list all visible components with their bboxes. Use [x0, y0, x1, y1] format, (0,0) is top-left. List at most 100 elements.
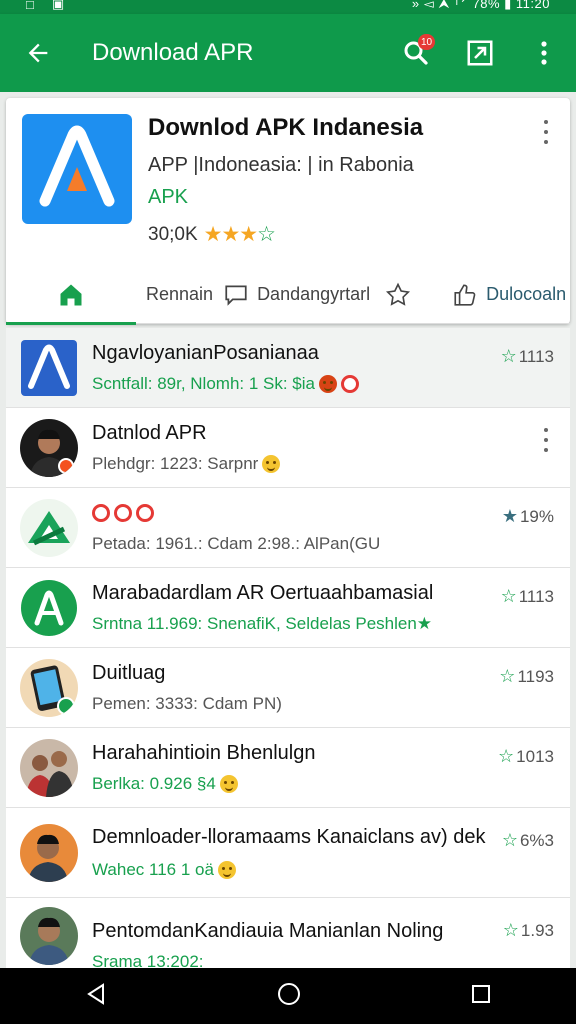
app-rating: 30;0K ★★★☆ [148, 222, 276, 247]
app-more-button[interactable] [536, 118, 556, 146]
star-icon: ☆ [499, 666, 516, 686]
item-rating: ☆ 1113 [500, 586, 554, 606]
emoji-icon [319, 375, 337, 393]
more-vert-icon [541, 41, 547, 65]
app-bar: Download APR 10 [0, 14, 576, 92]
nav-home-button[interactable] [276, 981, 302, 1012]
list-item[interactable]: Duitluag Pemen: 3333: Cdam PN) ☆ 1193 [6, 648, 570, 728]
tab-favorite[interactable] [384, 266, 412, 324]
star-outline-icon [386, 282, 411, 306]
person-avatar-icon [28, 834, 68, 882]
star-icon: ☆ [500, 346, 517, 366]
system-nav-bar [0, 968, 576, 1024]
overflow-menu-button[interactable] [512, 14, 576, 92]
tab-bar: Rennain Dandangyrtarl Dulocoaln [6, 266, 570, 325]
item-rating: ☆ 1113 [500, 346, 554, 366]
list-item[interactable]: Marabadardlam AR Oertuaahbamasial Srntna… [6, 568, 570, 648]
notification-icon: ▣ [51, 0, 65, 11]
search-button[interactable]: 10 [384, 14, 448, 92]
open-in-button[interactable] [448, 14, 512, 92]
tab-dulocoaln[interactable]: Dulocoaln [452, 266, 566, 324]
recents-square-icon [472, 984, 490, 1003]
item-rating: ☆ 1013 [498, 746, 554, 766]
item-subtitle: Petada: 1961.: Cdam 2:98.: AlPan(GU [92, 534, 381, 553]
item-rating: ★ 19% [501, 506, 554, 526]
item-title: Harahahintioin Bhenlulgn [92, 742, 316, 764]
item-title: Duitluag [92, 662, 166, 684]
tab-home[interactable] [6, 266, 136, 325]
star-icon: ☆ [498, 746, 515, 766]
app-list: NgavloyanianPosanianaa Scntfall: 89r, Nl… [6, 328, 570, 968]
app-icon [20, 579, 78, 637]
app-icon [20, 339, 78, 397]
home-icon [60, 284, 82, 305]
item-title: Demnloader-lloramaams Kanaiclans av) dek [92, 826, 486, 848]
item-title: Marabadardlam AR Oertuaahbamasial [92, 582, 434, 604]
thumbs-up-icon [454, 283, 476, 306]
item-subtitle: Srama 13:202: [92, 952, 204, 968]
nav-back-button[interactable] [84, 982, 108, 1011]
item-rating: ☆ 1193 [499, 666, 554, 686]
item-subtitle: Wahec 116 1 oä [92, 860, 236, 880]
notification-badge: 10 [418, 34, 436, 50]
person-avatar-icon [29, 917, 69, 965]
app-logo-icon [21, 339, 77, 396]
back-arrow-icon [28, 43, 48, 63]
green-app-icon [21, 579, 77, 636]
avatar [20, 907, 78, 965]
item-subtitle: Plehdgr: 1223: Sarpnr [92, 454, 281, 474]
item-subtitle: Srntna 11.969: SnenafiK, Seldelas Peshle… [92, 614, 433, 633]
status-indicators: » ◅ ⮝ ᵀ⸍ 78% ▮ 11:20 [411, 0, 550, 11]
red-circle-icon [341, 375, 359, 393]
list-item[interactable]: Datnlod APR Plehdgr: 1223: Sarpnr [6, 408, 570, 488]
tab-rennain[interactable]: Rennain [146, 266, 213, 324]
page-title: Download APR [92, 39, 254, 66]
app-header: Downlod APK Indanesia APP |Indoneasia: |… [6, 98, 570, 266]
item-subtitle: Pemen: 3333: Cdam PN) [92, 694, 282, 713]
app-icon [20, 498, 78, 557]
star-icon: ☆ [500, 586, 517, 606]
external-window-icon [467, 40, 493, 66]
list-item[interactable]: PentomdanKandiauia Manianlan Noling Sram… [6, 898, 570, 968]
list-item[interactable]: NgavloyanianPosanianaa Scntfall: 89r, Nl… [6, 328, 570, 408]
red-circle-icon [114, 504, 132, 522]
app-logo-icon [39, 125, 115, 207]
item-title: PentomdanKandiauia Manianlan Noling [92, 920, 444, 942]
tab-dandangyrtarl[interactable]: Dandangyrtarl [223, 266, 370, 324]
comment-icon [225, 284, 247, 306]
app-card: Downlod APK Indanesia APP |Indoneasia: |… [6, 98, 570, 325]
item-title: Datnlod APR [92, 422, 207, 444]
person-avatar-icon [30, 429, 74, 477]
app-subtitle: APP |Indoneasia: | in Rabonia [148, 154, 414, 176]
app-logo [22, 114, 132, 224]
notification-icon: □ [26, 0, 34, 12]
nav-recents-button[interactable] [470, 983, 492, 1010]
list-item[interactable]: Demnloader-lloramaams Kanaiclans av) dek… [6, 808, 570, 898]
item-title [92, 504, 154, 522]
back-triangle-icon [87, 982, 104, 1005]
emoji-icon [219, 775, 238, 793]
item-title: NgavloyanianPosanianaa [92, 342, 319, 364]
list-item[interactable]: Petada: 1961.: Cdam 2:98.: AlPan(GU ★ 19% [6, 488, 570, 568]
item-subtitle: Scntfall: 89r, Nlomh: 1 Sk: $ia [92, 374, 359, 394]
item-subtitle: Berlka: 0.926 §4 [92, 774, 238, 794]
red-circle-icon [136, 504, 154, 522]
star-icon: ☆ [501, 830, 518, 850]
star-icon: ☆ [502, 920, 519, 940]
phone-app-icon [30, 665, 75, 715]
home-circle-icon [278, 982, 300, 1005]
red-circle-icon [92, 504, 110, 522]
content-area: Downlod APK Indanesia APP |Indoneasia: |… [0, 92, 576, 968]
item-rating: ☆ 6%3 [501, 830, 554, 850]
star-rating-icon: ★★★☆ [203, 223, 276, 246]
item-more-button[interactable] [536, 428, 556, 452]
list-item[interactable]: Harahahintioin Bhenlulgn Berlka: 0.926 §… [6, 728, 570, 808]
app-category: APK [148, 186, 189, 208]
star-icon: ★ [501, 506, 518, 526]
people-photo-icon [26, 750, 74, 797]
emoji-icon [262, 455, 281, 473]
avatar [20, 823, 78, 882]
rating-count: 30;0K [148, 223, 198, 245]
avatar [20, 738, 78, 797]
back-button[interactable] [6, 14, 70, 92]
